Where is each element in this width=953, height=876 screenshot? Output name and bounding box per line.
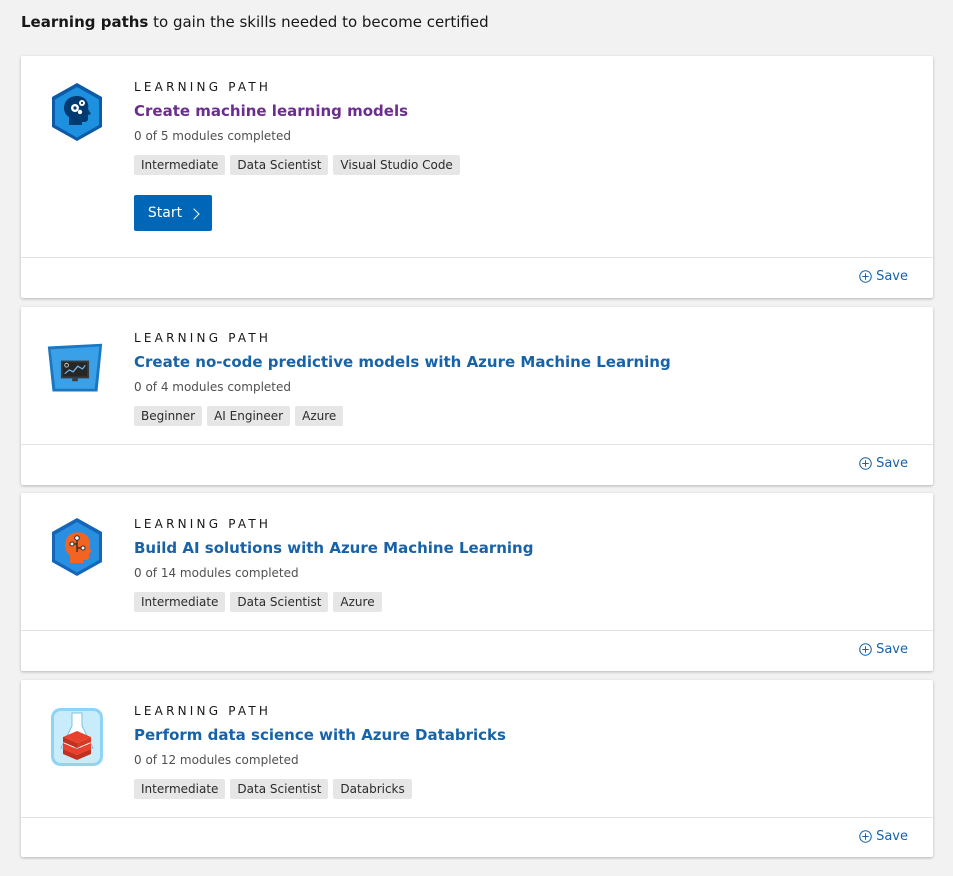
save-button-label: Save [876, 456, 908, 471]
section-heading-rest: to gain the skills needed to become cert… [148, 13, 489, 31]
learning-path-title-link[interactable]: Create no-code predictive models with Az… [134, 353, 671, 371]
learning-path-card: LEARNING PATH Build AI solutions with Az… [21, 493, 933, 671]
monitor-chart-badge-icon [47, 343, 103, 392]
add-circle-icon [859, 643, 872, 656]
save-button-label: Save [876, 829, 908, 844]
tag-role: Data Scientist [230, 779, 329, 799]
tag-product: Azure [333, 592, 382, 612]
tag-level: Intermediate [134, 592, 226, 612]
learning-path-card: LEARNING PATH Perform data science with … [21, 680, 933, 857]
tag-product: Visual Studio Code [333, 155, 460, 175]
tag-level: Beginner [134, 406, 203, 426]
learning-path-title-link[interactable]: Build AI solutions with Azure Machine Le… [134, 539, 533, 557]
save-button-label: Save [876, 642, 908, 657]
learning-path-title-link[interactable]: Create machine learning models [134, 102, 408, 120]
databricks-flask-badge-icon [51, 708, 103, 766]
tag-role: Data Scientist [230, 592, 329, 612]
tag-list: Intermediate Data Scientist Databricks [134, 779, 412, 799]
add-circle-icon [859, 830, 872, 843]
chevron-right-icon [188, 207, 200, 220]
tag-role: Data Scientist [230, 155, 329, 175]
tag-list: Beginner AI Engineer Azure [134, 406, 344, 426]
card-eyebrow: LEARNING PATH [134, 517, 272, 531]
save-button[interactable]: Save [859, 642, 908, 657]
tag-product: Azure [295, 406, 344, 426]
section-heading-bold: Learning paths [21, 13, 149, 31]
tag-role: AI Engineer [207, 406, 291, 426]
card-eyebrow: LEARNING PATH [134, 80, 272, 94]
learning-path-card: LEARNING PATH Create machine learning mo… [21, 56, 933, 298]
tag-product: Databricks [333, 779, 412, 799]
module-progress-text: 0 of 4 modules completed [134, 380, 291, 394]
save-button-label: Save [876, 269, 908, 284]
card-eyebrow: LEARNING PATH [134, 331, 272, 345]
module-progress-text: 0 of 12 modules completed [134, 753, 299, 767]
save-button[interactable]: Save [859, 829, 908, 844]
learning-path-title-link[interactable]: Perform data science with Azure Databric… [134, 726, 506, 744]
learning-path-card: LEARNING PATH Create no-code predictive … [21, 307, 933, 485]
section-heading: Learning paths to gain the skills needed… [21, 12, 489, 32]
save-button[interactable]: Save [859, 269, 908, 284]
card-eyebrow: LEARNING PATH [134, 704, 272, 718]
tag-level: Intermediate [134, 779, 226, 799]
module-progress-text: 0 of 14 modules completed [134, 566, 299, 580]
card-divider [21, 817, 933, 818]
tag-level: Intermediate [134, 155, 226, 175]
add-circle-icon [859, 270, 872, 283]
card-divider [21, 257, 933, 258]
tag-list: Intermediate Data Scientist Azure [134, 592, 382, 612]
ml-models-badge-icon [52, 83, 102, 141]
tag-list: Intermediate Data Scientist Visual Studi… [134, 155, 460, 175]
start-button[interactable]: Start [134, 195, 212, 231]
save-button[interactable]: Save [859, 456, 908, 471]
card-divider [21, 630, 933, 631]
module-progress-text: 0 of 5 modules completed [134, 129, 291, 143]
ai-head-badge-icon [52, 518, 102, 576]
start-button-label: Start [147, 205, 183, 221]
card-divider [21, 444, 933, 445]
add-circle-icon [859, 457, 872, 470]
